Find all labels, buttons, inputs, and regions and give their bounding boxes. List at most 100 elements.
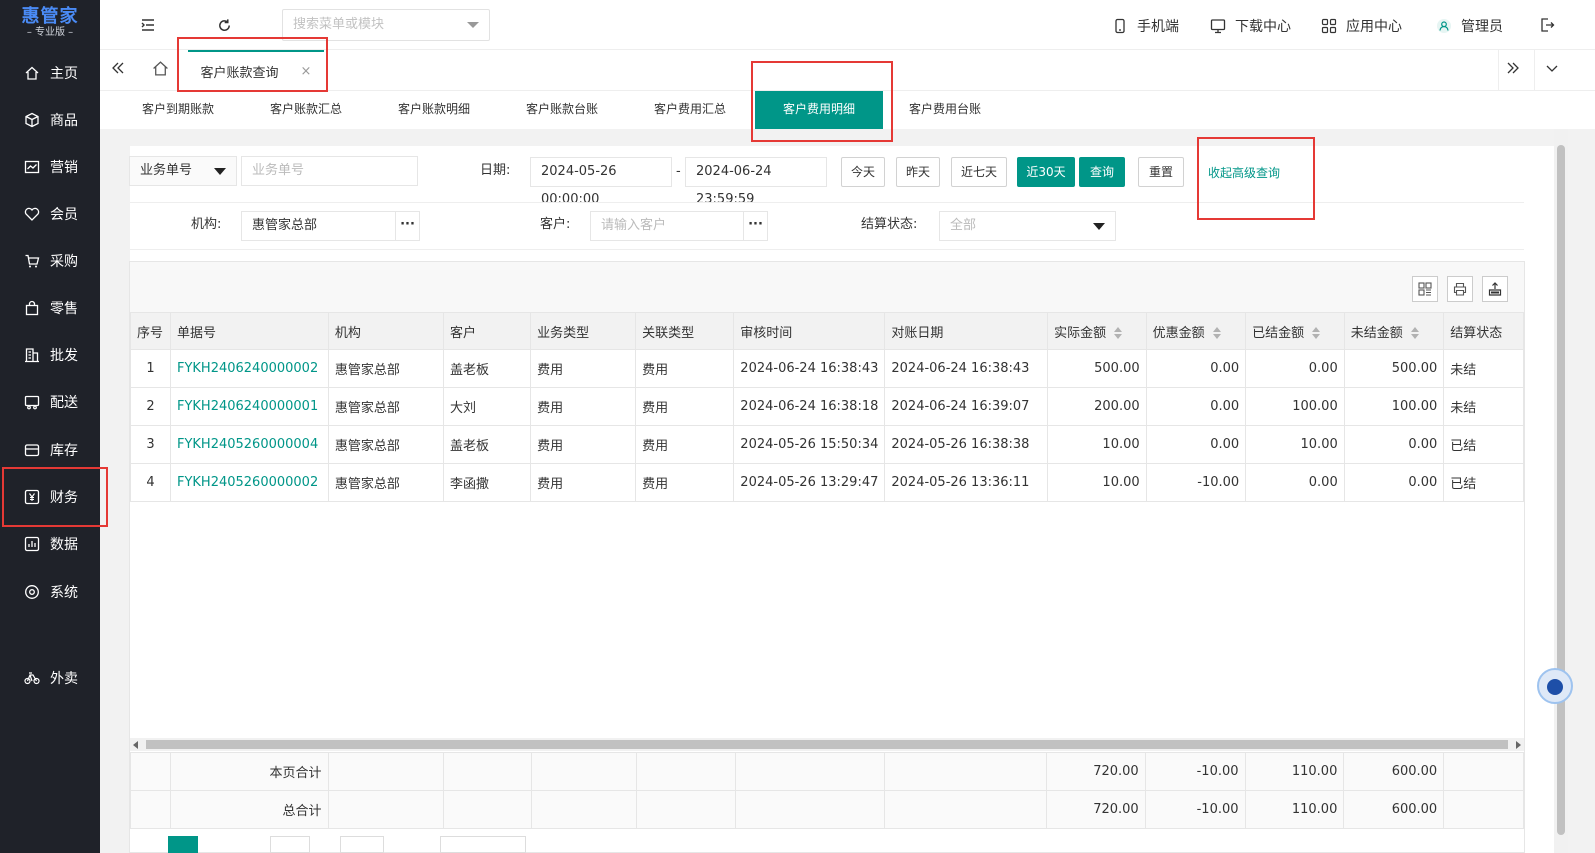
sidebar-item-wholesale[interactable]: 批发	[0, 335, 100, 375]
subtab-due-accounts[interactable]: 客户到期账款	[128, 91, 228, 129]
home-tab-icon[interactable]	[152, 60, 172, 80]
customer-input[interactable]: 请输入客户 ···	[590, 211, 768, 241]
home-icon	[24, 65, 40, 81]
last-7-days-button[interactable]: 近七天	[951, 157, 1007, 187]
tab-customer-account-query[interactable]: 客户账款查询 ×	[188, 50, 324, 90]
settle-status-value: 全部	[950, 218, 977, 233]
reset-button[interactable]: 重置	[1138, 157, 1184, 187]
box-icon	[24, 112, 40, 128]
print-icon[interactable]	[1447, 276, 1473, 302]
sidebar-item-finance[interactable]: 财务	[0, 477, 100, 517]
cell-unsettled-amount: 100.00	[1343, 387, 1445, 426]
col-header-reconcile-date: 对账日期	[884, 312, 1049, 350]
data-grid: 序号 单据号 机构 客户 业务类型 关联类型 审核时间 对账日期 实际金额 优惠…	[130, 312, 1524, 502]
sidebar-item-purchase[interactable]: 采购	[0, 241, 100, 281]
last-30-days-button[interactable]: 近30天	[1017, 157, 1075, 187]
horizontal-scrollbar[interactable]	[130, 738, 1524, 751]
sidebar-item-delivery[interactable]: 配送	[0, 382, 100, 422]
sidebar-item-goods[interactable]: 商品	[0, 100, 100, 140]
sidebar-item-marketing[interactable]: 营销	[0, 147, 100, 187]
sort-icon[interactable]	[1410, 327, 1419, 339]
sidebar: 惠管家 – 专业版 – 主页 商品 营销 会员 采购 零售 批发 配送 库存 财…	[0, 0, 100, 853]
col-header-actual-amount[interactable]: 实际金额	[1047, 312, 1147, 350]
col-header-settle-status: 结算状态	[1443, 312, 1524, 350]
pagination-size-select[interactable]	[440, 836, 526, 853]
sort-icon[interactable]	[1114, 327, 1123, 339]
subtab-account-detail[interactable]: 客户账款明细	[384, 91, 484, 129]
sort-icon[interactable]	[1312, 327, 1321, 339]
date-end-input[interactable]: 2024-06-24 23:59:59	[685, 157, 827, 207]
sidebar-item-system[interactable]: 系统	[0, 572, 100, 612]
page-total-label: 本页合计	[169, 752, 329, 791]
tabs-scroll-left-icon[interactable]	[110, 60, 130, 80]
doc-no-input[interactable]: 业务单号	[241, 156, 418, 186]
query-button[interactable]: 查询	[1079, 157, 1125, 187]
menu-search-select[interactable]: 搜索菜单或模块	[282, 9, 490, 41]
customer-picker-button[interactable]: ···	[743, 212, 767, 240]
scroll-right-icon[interactable]	[1516, 741, 1521, 749]
menu-toggle-icon[interactable]	[137, 14, 159, 36]
col-header-unsettled-amount[interactable]: 未结金额	[1343, 312, 1445, 350]
sort-icon[interactable]	[1212, 327, 1221, 339]
scroll-left-icon[interactable]	[133, 741, 138, 749]
table-row[interactable]: 2 FYKH2406240000001 惠管家总部 大刘 费用 费用 2024-…	[130, 387, 1524, 426]
cell-reconcile-date: 2024-05-26 16:38:38	[884, 425, 1049, 464]
pagination-go-button[interactable]	[340, 836, 384, 853]
close-icon[interactable]: ×	[301, 64, 312, 79]
col-header-settled-amount[interactable]: 已结金额	[1245, 312, 1345, 350]
user-menu[interactable]: 管理员	[1436, 16, 1503, 36]
page-tab-bar: 客户账款查询 ×	[100, 50, 1595, 91]
export-icon[interactable]	[1482, 276, 1508, 302]
logout-icon[interactable]	[1536, 14, 1558, 36]
sidebar-item-home[interactable]: 主页	[0, 53, 100, 93]
sidebar-item-takeout[interactable]: 外卖	[0, 658, 100, 698]
sidebar-item-inventory[interactable]: 库存	[0, 430, 100, 470]
vertical-scrollbar[interactable]	[1554, 129, 1568, 853]
mobile-link[interactable]: 手机端	[1112, 16, 1179, 36]
settle-status-select[interactable]: 全部	[939, 211, 1116, 241]
settings-icon	[24, 584, 40, 600]
date-start-input[interactable]: 2024-05-26 00:00:00	[530, 157, 672, 207]
subtab-account-summary[interactable]: 客户账款汇总	[256, 91, 356, 129]
cell-discount-amount: 0.00	[1145, 425, 1247, 464]
subtab-fee-ledger[interactable]: 客户费用台账	[895, 91, 995, 129]
table-row[interactable]: 1 FYKH2406240000002 惠管家总部 盖老板 费用 费用 2024…	[130, 349, 1524, 388]
scrollbar-thumb[interactable]	[146, 740, 1508, 749]
cell-doc-no-link[interactable]: FYKH2406240000001	[169, 387, 329, 426]
tabs-menu-chevron-down-icon[interactable]	[1544, 60, 1564, 80]
user-name: 管理员	[1461, 19, 1503, 35]
tabs-scroll-right-icon[interactable]	[1505, 60, 1525, 80]
org-picker-button[interactable]: ···	[395, 212, 419, 240]
sidebar-item-label: 营销	[50, 160, 78, 176]
brand-logo[interactable]: 惠管家 – 专业版 –	[0, 0, 100, 46]
org-input[interactable]: 惠管家总部 ···	[241, 211, 420, 241]
table-row[interactable]: 3 FYKH2405260000004 惠管家总部 盖老板 费用 费用 2024…	[130, 425, 1524, 464]
today-button[interactable]: 今天	[841, 157, 885, 187]
sidebar-item-data[interactable]: 数据	[0, 524, 100, 564]
scrollbar-thumb[interactable]	[1557, 145, 1565, 835]
cell-doc-no-link[interactable]: FYKH2405260000004	[169, 425, 329, 464]
pagination-input[interactable]	[270, 836, 310, 853]
cell-settled-amount: 0.00	[1245, 349, 1345, 388]
sidebar-item-retail[interactable]: 零售	[0, 288, 100, 328]
subtab-fee-detail[interactable]: 客户费用明细	[755, 91, 883, 129]
app-center-link[interactable]: 应用中心	[1321, 16, 1402, 36]
cell-doc-no-link[interactable]: FYKH2406240000002	[169, 349, 329, 388]
logo-edition: – 专业版 –	[26, 27, 74, 38]
refresh-icon[interactable]	[213, 14, 235, 36]
doc-type-select[interactable]: 业务单号	[129, 156, 237, 186]
pagination-current-page[interactable]	[168, 836, 198, 853]
subtab-fee-summary[interactable]: 客户费用汇总	[640, 91, 740, 129]
download-center-link[interactable]: 下载中心	[1210, 16, 1291, 36]
subtab-account-ledger[interactable]: 客户账款台账	[512, 91, 612, 129]
collapse-advanced-query-link[interactable]: 收起高级查询	[1208, 164, 1280, 181]
cell-actual-amount: 10.00	[1047, 425, 1147, 464]
assistant-float-button[interactable]	[1537, 668, 1573, 704]
cell-doc-no-link[interactable]: FYKH2405260000002	[169, 463, 329, 502]
table-row[interactable]: 4 FYKH2405260000002 惠管家总部 李函撒 费用 费用 2024…	[130, 463, 1524, 502]
sidebar-item-member[interactable]: 会员	[0, 194, 100, 234]
download-center-label: 下载中心	[1235, 19, 1291, 35]
col-header-discount-amount[interactable]: 优惠金额	[1145, 312, 1247, 350]
yesterday-button[interactable]: 昨天	[896, 157, 940, 187]
column-settings-icon[interactable]	[1412, 276, 1438, 302]
